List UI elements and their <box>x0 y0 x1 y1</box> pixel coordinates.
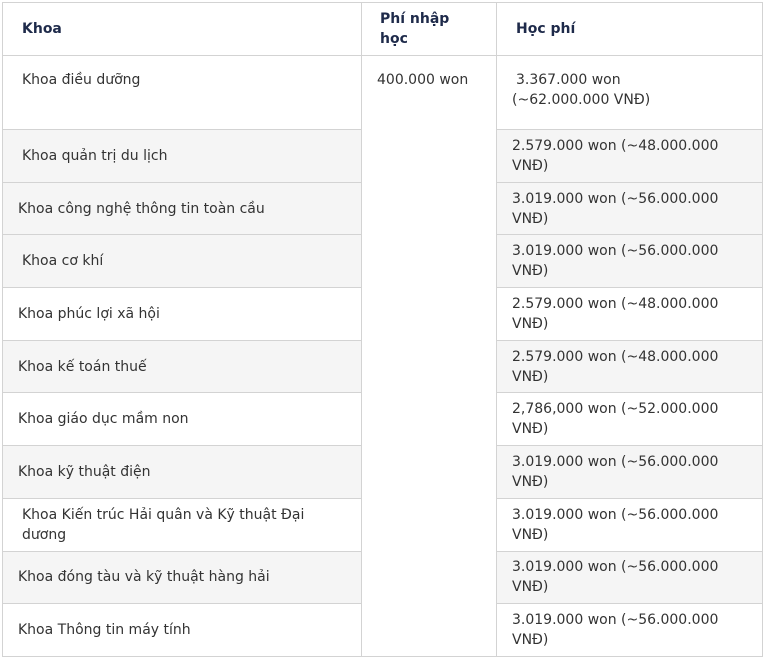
khoa-cell: Khoa điều dưỡng <box>2 55 362 130</box>
khoa-cell: Khoa đóng tàu và kỹ thuật hàng hải <box>2 550 362 605</box>
table-header-row: Khoa Phí nhập học Học phí <box>2 2 763 56</box>
khoa-cell: Khoa Kiến trúc Hải quân và Kỹ thuật Đại … <box>2 497 362 552</box>
hoc-phi-cell: 2,786,000 won (~52.000.000 VNĐ) <box>496 392 763 447</box>
hoc-phi-cell: 2.579.000 won (~48.000.000 VNĐ) <box>496 339 763 394</box>
khoa-cell: Khoa quản trị du lịch <box>2 129 362 183</box>
hoc-phi-cell: 3.019.000 won (~56.000.000 VNĐ) <box>496 603 763 657</box>
khoa-cell: Khoa kỹ thuật điện <box>2 445 362 499</box>
hoc-phi-cell: 2.579.000 won (~48.000.000 VNĐ) <box>496 287 763 341</box>
tuition-fee-table: Khoa Phí nhập học Học phí Khoa điều dưỡn… <box>2 2 763 657</box>
khoa-cell: Khoa kế toán thuế <box>2 339 362 394</box>
khoa-cell: Khoa cơ khí <box>2 234 362 289</box>
hoc-phi-line-2: (~62.000.000 VNĐ) <box>512 92 651 108</box>
header-hoc-phi: Học phí <box>496 2 763 56</box>
hoc-phi-cell: 2.579.000 won (~48.000.000 VNĐ) <box>496 129 763 183</box>
hoc-phi-line-1: 3.367.000 won <box>516 72 621 88</box>
khoa-cell: Khoa Thông tin máy tính <box>2 603 362 657</box>
table-row: Khoa điều dưỡng 400.000 won 3.367.000 wo… <box>2 55 763 657</box>
admission-fee-cell: 400.000 won <box>361 55 497 657</box>
hoc-phi-cell: 3.019.000 won (~56.000.000 VNĐ) <box>496 181 763 236</box>
hoc-phi-cell: 3.019.000 won (~56.000.000 VNĐ) <box>496 550 763 605</box>
hoc-phi-cell: 3.019.000 won (~56.000.000 VNĐ) <box>496 497 763 552</box>
khoa-cell: Khoa phúc lợi xã hội <box>2 287 362 341</box>
khoa-cell: Khoa công nghệ thông tin toàn cầu <box>2 181 362 236</box>
khoa-cell: Khoa giáo dục mầm non <box>2 392 362 447</box>
header-khoa: Khoa <box>2 2 362 56</box>
hoc-phi-cell: 3.019.000 won (~56.000.000 VNĐ) <box>496 445 763 499</box>
hoc-phi-cell: 3.019.000 won (~56.000.000 VNĐ) <box>496 234 763 289</box>
header-phi-nhap-hoc: Phí nhập học <box>361 2 497 56</box>
hoc-phi-cell: 3.367.000 won (~62.000.000 VNĐ) <box>496 55 763 130</box>
